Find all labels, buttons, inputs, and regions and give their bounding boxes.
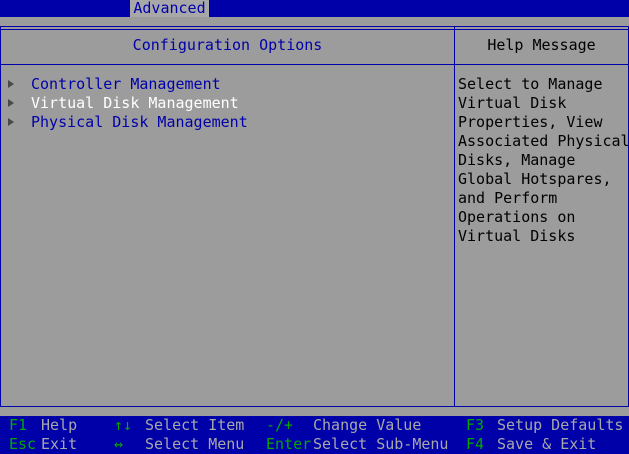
key-description: Save & Exit — [497, 435, 597, 453]
key-label: -/+ — [266, 416, 294, 434]
help-message: Select to Manage Virtual Disk Properties… — [458, 75, 629, 246]
key-description: Change Value — [313, 416, 422, 434]
help-line: Disks, Manage — [458, 151, 576, 169]
help-line: Operations on — [458, 208, 576, 226]
key-label: Esc — [9, 435, 37, 453]
key-description: Help — [41, 416, 78, 434]
key-hint-save-exit: F4 Save & Exit — [466, 435, 596, 454]
key-hint-exit: Esc Exit — [9, 435, 77, 454]
panel-divider — [454, 27, 455, 406]
help-line: Associated Physical — [458, 132, 629, 150]
help-title: Help Message — [487, 36, 596, 54]
key-hint-select-menu: ↔ Select Menu — [114, 435, 244, 454]
tab-advanced[interactable]: Advanced — [130, 0, 209, 17]
key-description: Select Item — [145, 416, 245, 434]
options-menu: Controller Management Virtual Disk Manag… — [8, 75, 248, 132]
key-description: Select Sub-Menu — [313, 435, 449, 453]
section-title: Configuration Options — [132, 36, 323, 54]
help-line: Global Hotspares, — [458, 170, 612, 188]
key-label: Enter — [266, 435, 312, 453]
menu-item-controller-management[interactable]: Controller Management — [8, 75, 248, 94]
key-hint-select-item: ↑↓ Select Item — [114, 416, 244, 435]
key-label: F1 — [9, 416, 28, 434]
key-label: F3 — [466, 416, 485, 434]
help-line: Virtual Disk — [458, 94, 567, 112]
help-line: Virtual Disks — [458, 227, 576, 245]
help-line: Properties, View — [458, 113, 603, 131]
menu-item-label: Controller Management — [31, 75, 221, 93]
menu-item-virtual-disk-management[interactable]: Virtual Disk Management — [8, 94, 248, 113]
key-hint-change-value: -/+ Change Value — [266, 416, 421, 435]
menu-item-label: Physical Disk Management — [31, 113, 248, 131]
key-description: Exit — [41, 435, 78, 453]
submenu-arrow-icon — [8, 99, 14, 107]
menu-item-physical-disk-management[interactable]: Physical Disk Management — [8, 113, 248, 132]
help-line: Select to Manage — [458, 75, 603, 93]
submenu-arrow-icon — [8, 80, 14, 88]
key-legend: F1 Help Esc Exit ↑↓ Select Item ↔ Select Men… — [0, 416, 629, 454]
key-hint-setup-defaults: F3 Setup Defaults — [466, 416, 623, 435]
key-label: ↔ — [114, 435, 124, 453]
key-description: Setup Defaults — [497, 416, 624, 434]
menu-bar: Advanced — [0, 0, 629, 17]
submenu-arrow-icon — [8, 118, 14, 126]
header-divider — [1, 64, 628, 65]
frame-top-rule — [1, 27, 628, 30]
menu-item-label: Virtual Disk Management — [31, 94, 239, 112]
help-line: and Perform — [458, 189, 558, 207]
key-description: Select Menu — [145, 435, 245, 453]
key-label: ↑↓ — [114, 416, 133, 434]
key-hint-help: F1 Help — [9, 416, 77, 435]
key-hint-select-submenu: Enter Select Sub-Menu — [266, 435, 448, 454]
key-label: F4 — [466, 435, 485, 453]
